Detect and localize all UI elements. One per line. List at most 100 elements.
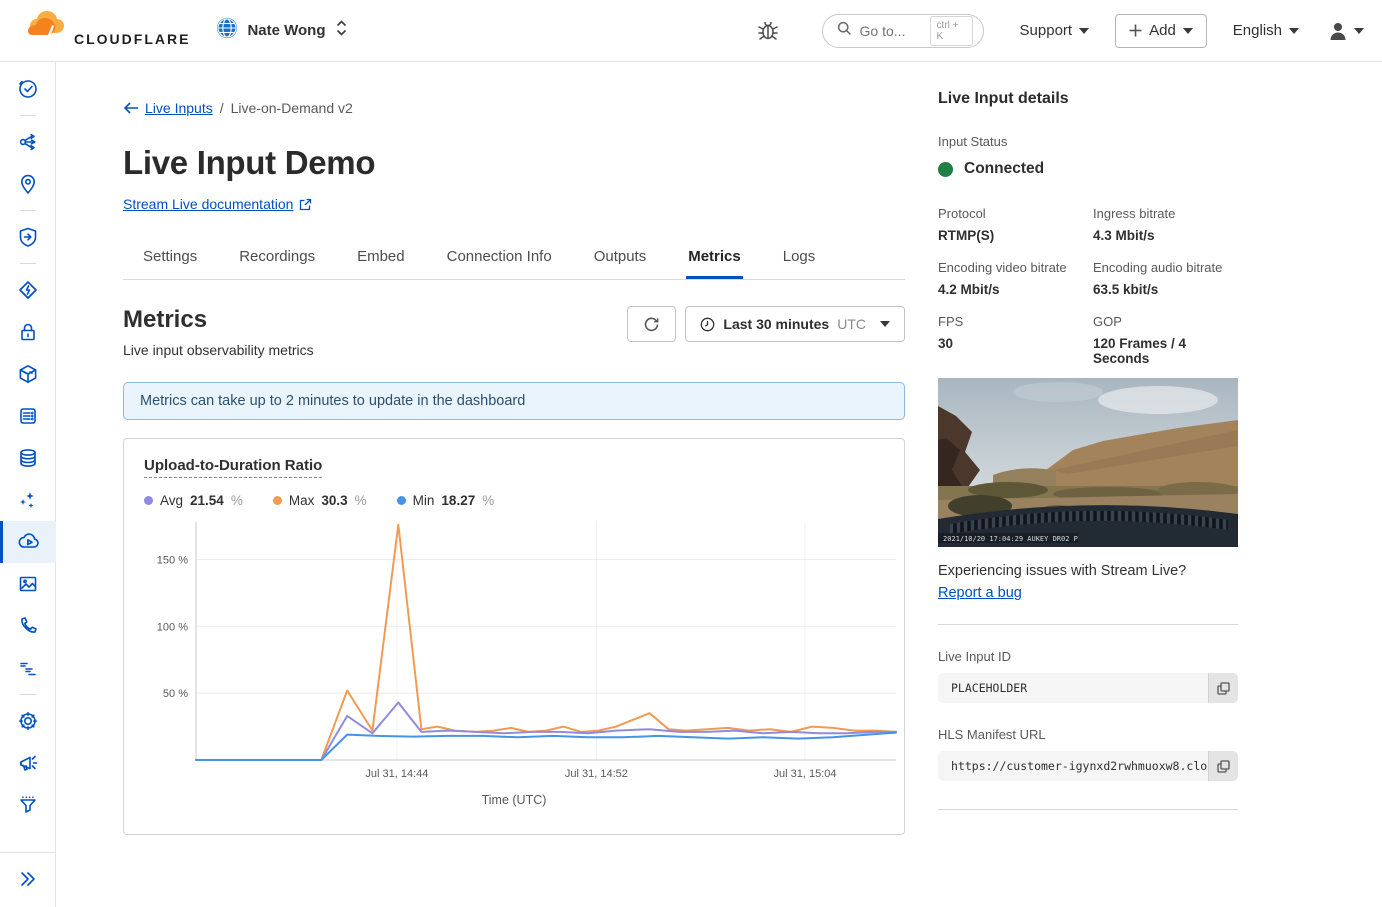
tab-outputs[interactable]: Outputs (592, 242, 649, 279)
phone-icon (17, 615, 39, 637)
details-heading: Live Input details (938, 90, 1238, 108)
live-preview-thumbnail: 2021/10/20 17:04:29 AUKEY DR02 P (938, 378, 1238, 547)
copy-hls-url-button[interactable] (1208, 751, 1238, 781)
layers-bolt-icon (17, 279, 39, 301)
sidebar-item-settings[interactable] (0, 700, 56, 742)
chart-legend: Avg 21.54 %Max 30.3 %Min 18.27 % (144, 493, 884, 508)
sidebar-divider (20, 263, 36, 264)
sidebar-item-location[interactable] (0, 163, 56, 205)
time-range-dropdown[interactable]: Last 30 minutes UTC (685, 306, 905, 342)
plus-icon (1129, 24, 1142, 37)
tab-settings[interactable]: Settings (141, 242, 199, 279)
sidebar-item-storage[interactable] (0, 395, 56, 437)
live-input-id-label: Live Input ID (938, 649, 1238, 664)
tab-recordings[interactable]: Recordings (237, 242, 317, 279)
sidebar-divider (20, 115, 36, 116)
copy-icon (1217, 682, 1230, 695)
refresh-icon (643, 316, 660, 333)
field-fps: FPS30 (938, 314, 1083, 366)
sidebar-item-images[interactable] (0, 563, 56, 605)
tab-metrics[interactable]: Metrics (686, 242, 743, 279)
globe-icon (216, 17, 238, 44)
report-a-bug-link[interactable]: Report a bug (938, 585, 1022, 601)
chevron-down-icon (1289, 28, 1299, 34)
global-search[interactable]: ctrl + K (822, 14, 984, 48)
field-protocol: ProtocolRTMP(S) (938, 206, 1083, 243)
sidebar-item-database[interactable] (0, 437, 56, 479)
chart-x-axis-label: Time (UTC) (144, 793, 884, 807)
info-banner: Metrics can take up to 2 minutes to upda… (123, 382, 905, 420)
account-name: Nate Wong (247, 22, 325, 39)
database-icon (17, 447, 39, 469)
breadcrumb-current: Live-on-Demand v2 (231, 100, 353, 116)
tab-embed[interactable]: Embed (355, 242, 407, 279)
stream-cloud-play-icon (17, 530, 41, 554)
svg-text:Jul 31, 15:04: Jul 31, 15:04 (774, 768, 837, 780)
tab-connection-info[interactable]: Connection Info (445, 242, 554, 279)
expand-sidebar-icon[interactable] (18, 869, 38, 889)
sidebar-footer (0, 852, 56, 907)
input-status-row: Connected (938, 160, 1238, 178)
live-input-id-row: PLACEHOLDER (938, 673, 1238, 703)
chevron-down-icon (1183, 28, 1193, 34)
account-switcher[interactable]: Nate Wong (216, 17, 347, 44)
search-shortcut-badge: ctrl + K (930, 16, 973, 46)
hls-manifest-url-label: HLS Manifest URL (938, 727, 1238, 742)
hls-manifest-url-value[interactable]: https://customer-igynxd2rwhmuoxw8.cloudf (938, 751, 1238, 781)
sidebar-divider (20, 694, 36, 695)
chart-card: Upload-to-Duration Ratio Avg 21.54 %Max … (123, 438, 905, 835)
lock-icon (17, 321, 39, 343)
svg-text:100 %: 100 % (157, 621, 188, 633)
support-menu[interactable]: Support (1020, 22, 1090, 39)
sidebar-item-funnel[interactable] (0, 784, 56, 826)
sidebar-item-traffic[interactable] (0, 121, 56, 163)
live-input-details-panel: Live Input details Input Status Connecte… (938, 90, 1238, 810)
tab-logs[interactable]: Logs (781, 242, 818, 279)
breadcrumb-back-link[interactable]: Live Inputs (123, 100, 213, 116)
sidebar-item-stream[interactable] (0, 521, 56, 563)
location-pin-icon (17, 173, 39, 195)
traffic-share-icon (17, 131, 39, 153)
left-icon-sidebar (0, 62, 56, 907)
add-label: Add (1149, 22, 1176, 39)
video-timestamp-overlay: 2021/10/20 17:04:29 AUKEY DR02 P (943, 535, 1078, 543)
sidebar-item-workers[interactable] (0, 353, 56, 395)
sidebar-item-announce[interactable] (0, 742, 56, 784)
top-nav-bar: CLOUDFLARE Nate Wong (0, 0, 1382, 62)
sidebar-item-security[interactable] (0, 216, 56, 258)
svg-text:Jul 31, 14:52: Jul 31, 14:52 (565, 768, 628, 780)
sidebar-item-ai[interactable] (0, 479, 56, 521)
search-input[interactable] (860, 23, 922, 39)
clock-check-icon (17, 78, 39, 100)
time-range-value: Last 30 minutes (723, 316, 829, 332)
metrics-subtitle: Live input observability metrics (123, 342, 314, 358)
sidebar-item-calls[interactable] (0, 605, 56, 647)
cloudflare-logo[interactable]: CLOUDFLARE (18, 11, 190, 50)
language-menu[interactable]: English (1233, 22, 1299, 39)
sidebar-item-clock-check[interactable] (0, 68, 56, 110)
user-icon (1327, 20, 1349, 42)
brand-wordmark: CLOUDFLARE (74, 31, 190, 50)
breadcrumb: Live Inputs / Live-on-Demand v2 (123, 100, 905, 116)
add-button[interactable]: Add (1115, 14, 1207, 48)
metrics-controls: Last 30 minutes UTC (627, 306, 905, 342)
divider (938, 624, 1238, 625)
stream-stats-grid: ProtocolRTMP(S)Ingress bitrate4.3 Mbit/s… (938, 206, 1238, 366)
sparkles-icon (17, 489, 39, 511)
support-label: Support (1020, 22, 1073, 39)
chevron-down-icon (1354, 28, 1364, 34)
image-icon (17, 573, 39, 595)
debug-bug-icon[interactable] (756, 18, 780, 44)
refresh-button[interactable] (627, 306, 676, 342)
copy-live-input-id-button[interactable] (1208, 673, 1238, 703)
page-title: Live Input Demo (123, 144, 905, 182)
sidebar-item-analytics[interactable] (0, 647, 56, 689)
legend-avg: Avg 21.54 % (144, 493, 243, 508)
documentation-link[interactable]: Stream Live documentation (123, 196, 312, 212)
shield-arrow-icon (17, 226, 39, 248)
live-input-id-value[interactable]: PLACEHOLDER (938, 673, 1238, 703)
sidebar-item-speed[interactable] (0, 269, 56, 311)
sidebar-item-ssl[interactable] (0, 311, 56, 353)
user-menu[interactable] (1327, 20, 1364, 42)
status-value: Connected (964, 160, 1044, 178)
